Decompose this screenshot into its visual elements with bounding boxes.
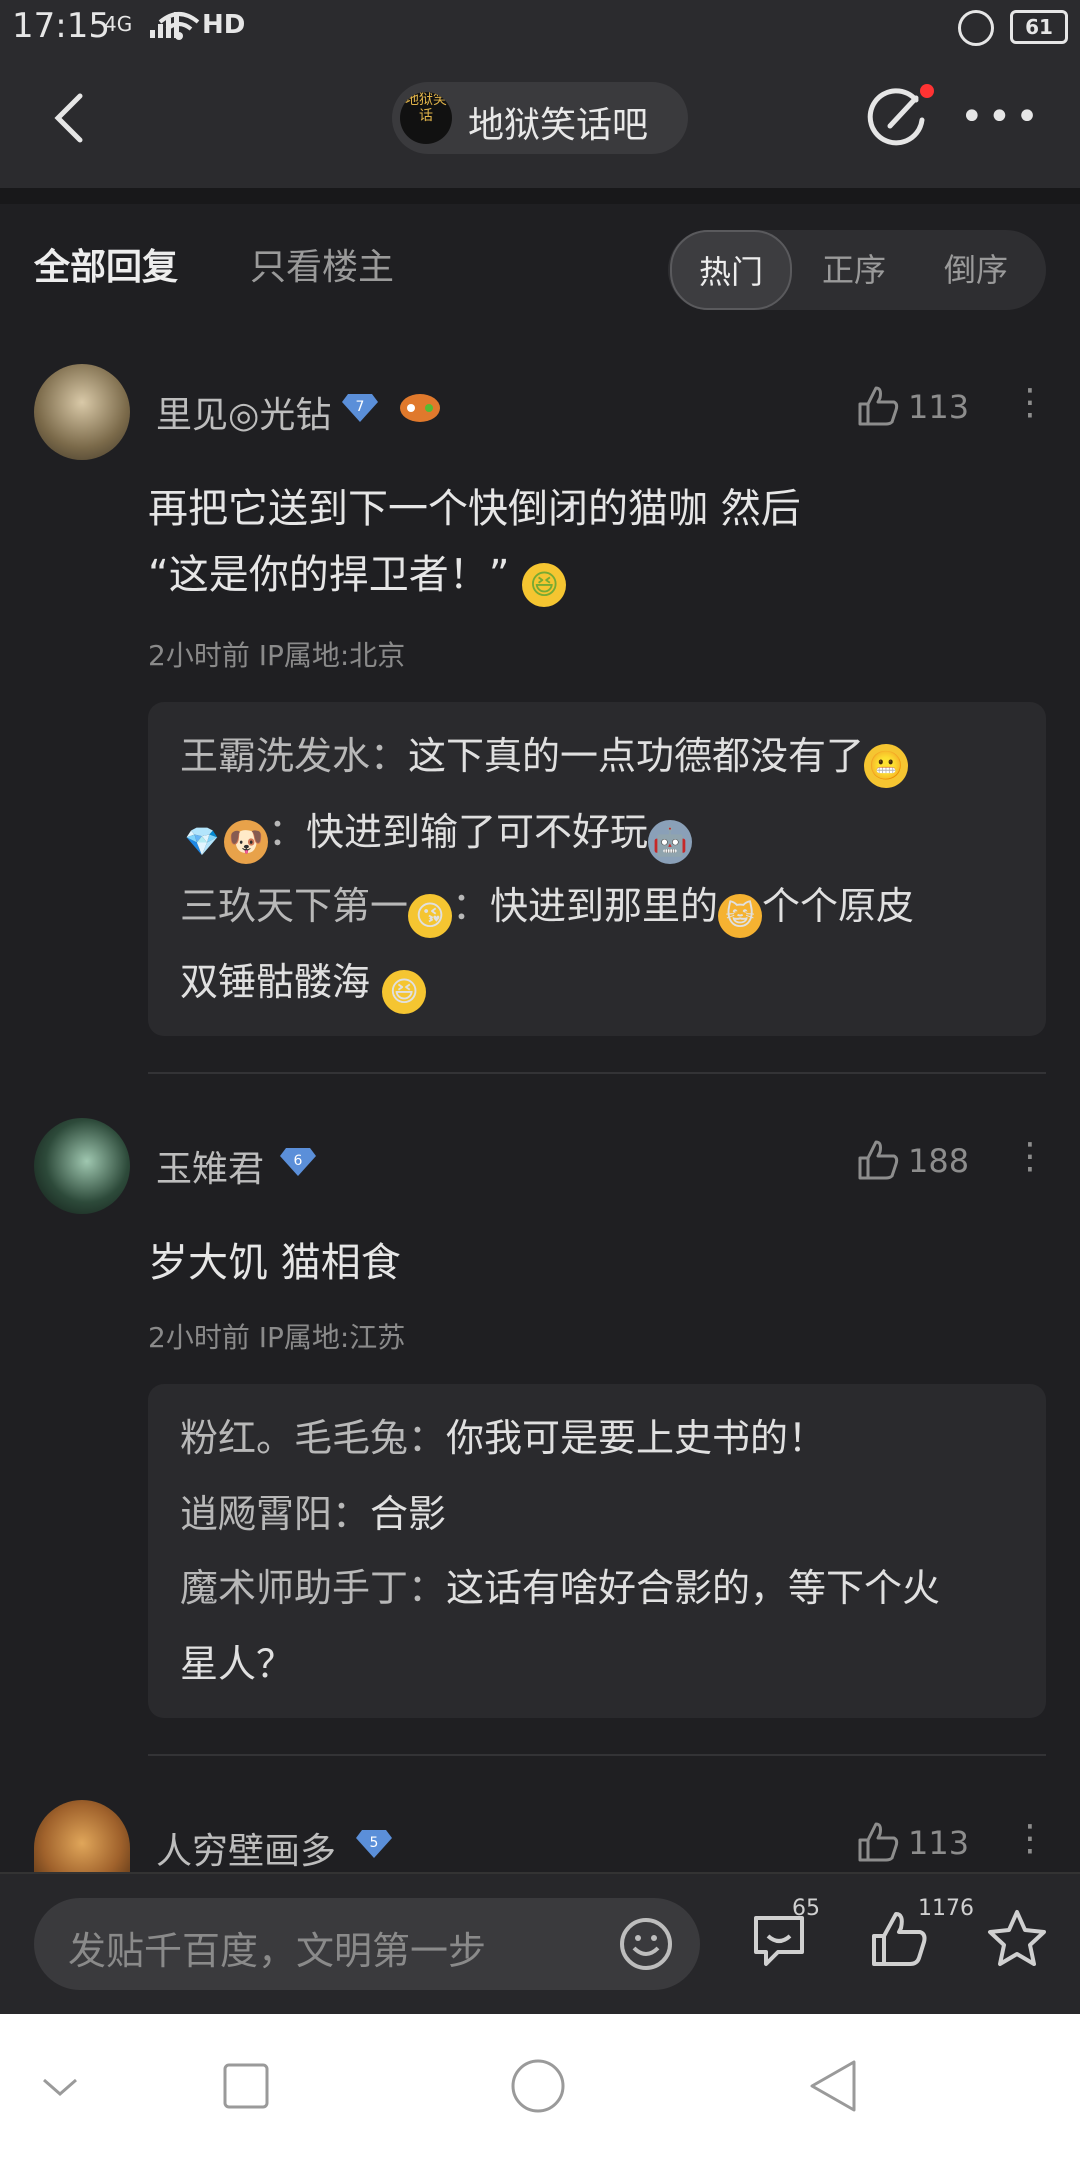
reply-text: 快进到输了可不好玩	[306, 810, 649, 854]
signal-indicator: 4G	[104, 12, 133, 36]
forum-avatar: 地狱笑话	[400, 92, 452, 144]
reply-item[interactable]: 王霸洗发水：这下真的一点功德都没有了 😬	[180, 718, 909, 794]
comment-meta: 2小时前 IP属地:江苏	[148, 1321, 406, 1354]
reply-text: 你我可是要上史书的！	[446, 1416, 827, 1460]
chevron-down-icon[interactable]	[40, 2074, 80, 2100]
notification-dot	[920, 84, 934, 98]
wifi-icon	[158, 12, 200, 40]
thumbs-up-count: 1176	[918, 1896, 974, 1921]
reply-input-placeholder: 发贴千百度，文明第一步	[68, 1929, 487, 1973]
level-badge-icon: 6	[280, 1148, 316, 1176]
svg-text:7: 7	[356, 399, 365, 415]
battery-icon: 61	[1010, 10, 1068, 44]
like-count: 113	[908, 388, 970, 426]
comment-menu-icon[interactable]: ⋮	[1012, 1136, 1048, 1177]
tab-only-op[interactable]: 只看楼主	[250, 238, 394, 290]
comment-body: 岁大饥 猫相食	[148, 1240, 401, 1286]
avatar[interactable]	[34, 1118, 130, 1214]
robot-emoji-icon: 🤖	[648, 820, 693, 864]
comment-line: “这是你的捍卫者！” 😆	[148, 542, 1028, 608]
star-icon[interactable]	[986, 1908, 1048, 1970]
gamepad-badge-icon	[400, 394, 440, 422]
laughing-emoji-icon: 😆	[522, 563, 567, 607]
level-badge-icon: 7	[342, 394, 378, 422]
status-bar: 17:15 4G HD 61	[0, 0, 1080, 58]
svg-text:5: 5	[370, 1835, 379, 1851]
reply-text: 快进到那里的	[490, 884, 719, 928]
comment-line-text: “这是你的捍卫者！”	[148, 552, 510, 598]
reply-text: 星人？	[180, 1642, 295, 1686]
bottom-action-bar: 发贴千百度，文明第一步 65 1176	[0, 1872, 1080, 2016]
kiss-emoji-icon: 😘	[408, 894, 453, 938]
header-divider	[0, 188, 1080, 204]
level-badge-icon: 5	[356, 1830, 392, 1858]
comment-divider	[148, 1072, 1046, 1074]
cat-emoji-icon: 😺	[718, 894, 763, 938]
diamond-emoji-icon: 💎	[184, 825, 220, 858]
reply-item[interactable]: 魔术师助手丁：这话有啥好合影的，等下个火星人？	[180, 1550, 1020, 1702]
reply-item[interactable]: 逍飏霄阳：合影	[180, 1476, 446, 1552]
more-options-icon[interactable]: •••	[960, 94, 1039, 140]
grimace-emoji-icon: 😬	[864, 744, 909, 788]
back-triangle-icon[interactable]	[806, 2058, 862, 2114]
comment-meta: 2小时前 IP属地:北京	[148, 639, 406, 672]
status-time: 17:15	[12, 6, 110, 46]
reply-item[interactable]: 💎 🐶 ：快进到输了可不好玩 🤖	[180, 794, 693, 870]
reply-text: 这话有啥好合影的，等下个火	[446, 1566, 941, 1610]
reply-text: 这下真的一点功德都没有了	[408, 734, 865, 778]
like-count: 113	[908, 1824, 970, 1862]
reply-item[interactable]: 三玖天下第一 😘 ：快进到那里的 😺 个个原皮双锤骷髅海 😆	[180, 868, 1020, 1020]
comment-line: 再把它送到下一个快倒闭的猫咖 然后	[148, 486, 801, 532]
emoji-picker-icon[interactable]	[618, 1916, 674, 1972]
back-arrow-icon[interactable]	[44, 88, 104, 148]
reply-text: 双锤骷髅海	[180, 960, 371, 1004]
reply-author[interactable]: 粉红。毛毛兔：	[180, 1416, 446, 1460]
rotation-lock-icon	[958, 10, 994, 46]
system-nav-bar	[0, 2014, 1080, 2160]
avatar[interactable]	[34, 1800, 130, 1872]
comment-body: 再把它送到下一个快倒闭的猫咖 然后 “这是你的捍卫者！” 😆	[148, 476, 1028, 608]
recents-square-icon[interactable]	[222, 2062, 270, 2110]
sort-toggle: 热门 正序 倒序	[668, 230, 1046, 310]
avatar[interactable]	[34, 364, 130, 460]
reply-author-separator[interactable]: ：	[268, 810, 306, 854]
shiba-emoji-icon: 🐶	[224, 820, 268, 864]
laughing-emoji-icon: 😆	[382, 970, 427, 1014]
reply-box[interactable]: 王霸洗发水：这下真的一点功德都没有了 😬 💎 🐶 ：快进到输了可不好玩 🤖 三玖天下第一…	[148, 702, 1046, 1036]
like-count: 188	[908, 1142, 970, 1180]
like-icon[interactable]	[856, 384, 900, 428]
reply-box[interactable]: 粉红。毛毛兔：你我可是要上史书的！ 逍飏霄阳：合影 魔术师助手丁：这话有啥好合影…	[148, 1384, 1046, 1718]
comments-count: 65	[792, 1896, 820, 1921]
hd-indicator: HD	[202, 10, 246, 40]
top-nav: 地狱笑话 地狱笑话吧 •••	[0, 58, 1080, 188]
forum-title: 地狱笑话吧	[468, 105, 649, 146]
username[interactable]: 里见◎光钻	[156, 386, 331, 438]
comment-menu-icon[interactable]: ⋮	[1012, 1818, 1048, 1859]
reply-author[interactable]: 三玖天下第一	[180, 884, 408, 928]
tab-all-replies[interactable]: 全部回复	[34, 238, 178, 290]
like-icon[interactable]	[856, 1820, 900, 1864]
compose-icon[interactable]	[866, 86, 930, 150]
comment-divider	[148, 1754, 1046, 1756]
reply-author-separator: ：	[452, 884, 491, 928]
forum-title-pill[interactable]: 地狱笑话 地狱笑话吧	[392, 82, 688, 154]
home-circle-icon[interactable]	[510, 2058, 566, 2114]
reply-item[interactable]: 粉红。毛毛兔：你我可是要上史书的！	[180, 1400, 826, 1476]
reply-author[interactable]: 王霸洗发水：	[180, 734, 408, 778]
username[interactable]: 玉雉君	[156, 1140, 264, 1192]
comment-menu-icon[interactable]: ⋮	[1012, 382, 1048, 423]
sort-hot-button[interactable]: 热门	[670, 230, 792, 310]
like-icon[interactable]	[856, 1138, 900, 1182]
reply-input[interactable]: 发贴千百度，文明第一步	[34, 1898, 700, 1990]
sort-descending-button[interactable]: 倒序	[920, 230, 1032, 310]
username[interactable]: 人穷壁画多	[156, 1822, 336, 1874]
sort-ascending-button[interactable]: 正序	[798, 230, 910, 310]
reply-text: 合影	[370, 1492, 447, 1536]
reply-text: 个个原皮	[762, 884, 915, 928]
reply-author[interactable]: 逍飏霄阳：	[180, 1492, 370, 1536]
svg-text:6: 6	[294, 1153, 303, 1169]
reply-author[interactable]: 魔术师助手丁：	[180, 1566, 446, 1610]
